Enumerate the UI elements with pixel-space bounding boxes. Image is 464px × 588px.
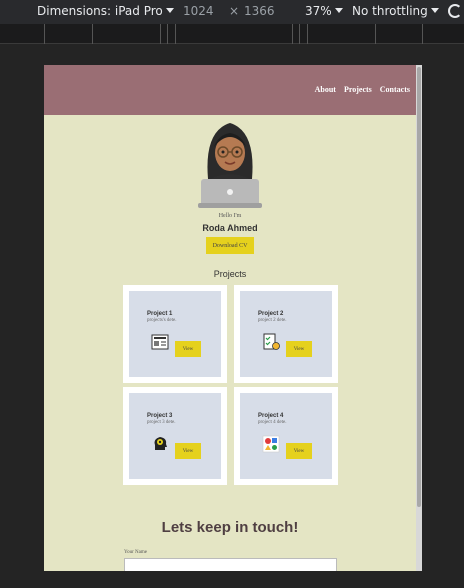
device-select[interactable]: Dimensions: iPad Pro [37,4,174,18]
dimension-separator: × [229,4,240,18]
contact-heading: Lets keep in touch! [161,519,299,536]
view-button[interactable]: View [286,443,312,459]
project-title: Project 1 [147,311,173,317]
ruler-tick [175,24,176,44]
device-label: Dimensions: iPad Pro [37,4,163,18]
project-title: Project 3 [147,413,173,419]
shapes-icon [262,435,280,453]
projects-heading: Projects [213,269,247,279]
rotate-icon[interactable] [448,4,462,18]
view-button[interactable]: View [175,443,201,459]
viewport-scrollbar[interactable] [416,65,422,571]
owner-name: Roda Ahmed [202,223,258,233]
ruler-tick [422,24,423,44]
ruler-tick [375,24,376,44]
project-desc: projects's dete. [147,318,177,323]
ruler-tick [44,24,45,44]
ruler-tick [292,24,293,44]
download-cv-button[interactable]: Download CV [206,237,254,254]
device-viewport: About Projects Contacts Hello I'm Roda A… [44,65,422,571]
project-desc: project 3 dete. [147,420,176,425]
devtools-device-toolbar: Dimensions: iPad Pro 1024 × 1366 37% No … [0,0,464,24]
greeting-text: Hello I'm [218,213,242,219]
ruler-tick [307,24,308,44]
name-field-label: Your Name [124,550,147,555]
scrollbar-thumb[interactable] [417,67,421,507]
height-input[interactable]: 1366 [244,4,275,18]
ruler-tick [160,24,161,44]
gear-head-icon [154,437,167,450]
chevron-down-icon [165,8,174,13]
project-card-body: Project 3 project 3 dete. View [129,393,221,479]
checklist-icon [263,333,280,350]
chevron-down-icon [334,8,343,13]
name-field[interactable] [124,558,337,571]
project-desc: project 4 dete. [258,420,287,425]
nav-contacts[interactable]: Contacts [380,85,410,94]
ruler-tick [92,24,93,44]
view-button[interactable]: View [175,341,201,357]
project-card-body: Project 4 project 4 dete. View [240,393,332,479]
project-title: Project 4 [258,413,284,419]
zoom-label: 37% [305,4,332,18]
project-card: Project 1 projects's dete. View [123,285,227,383]
newspaper-icon [151,334,169,350]
nav-about[interactable]: About [315,85,336,94]
nav-projects[interactable]: Projects [344,85,372,94]
project-desc: project 2 dete. [258,318,287,323]
ruler-tick [299,24,300,44]
view-button[interactable]: View [286,341,312,357]
project-card: Project 2 project 2 dete. View [234,285,338,383]
media-query-ruler[interactable] [0,24,464,44]
project-card-body: Project 2 project 2 dete. View [240,291,332,377]
width-input[interactable]: 1024 [183,4,214,18]
throttle-select[interactable]: No throttling [352,4,439,18]
zoom-select[interactable]: 37% [305,4,343,18]
main-nav: About Projects Contacts [315,85,410,94]
project-title: Project 2 [258,311,284,317]
project-card: Project 3 project 3 dete. View [123,387,227,485]
chevron-down-icon [430,8,439,13]
memoji-avatar [198,123,262,208]
project-card-body: Project 1 projects's dete. View [129,291,221,377]
throttle-label: No throttling [352,4,428,18]
project-card: Project 4 project 4 dete. View [234,387,338,485]
site-header: About Projects Contacts [44,65,416,115]
ruler-tick [167,24,168,44]
